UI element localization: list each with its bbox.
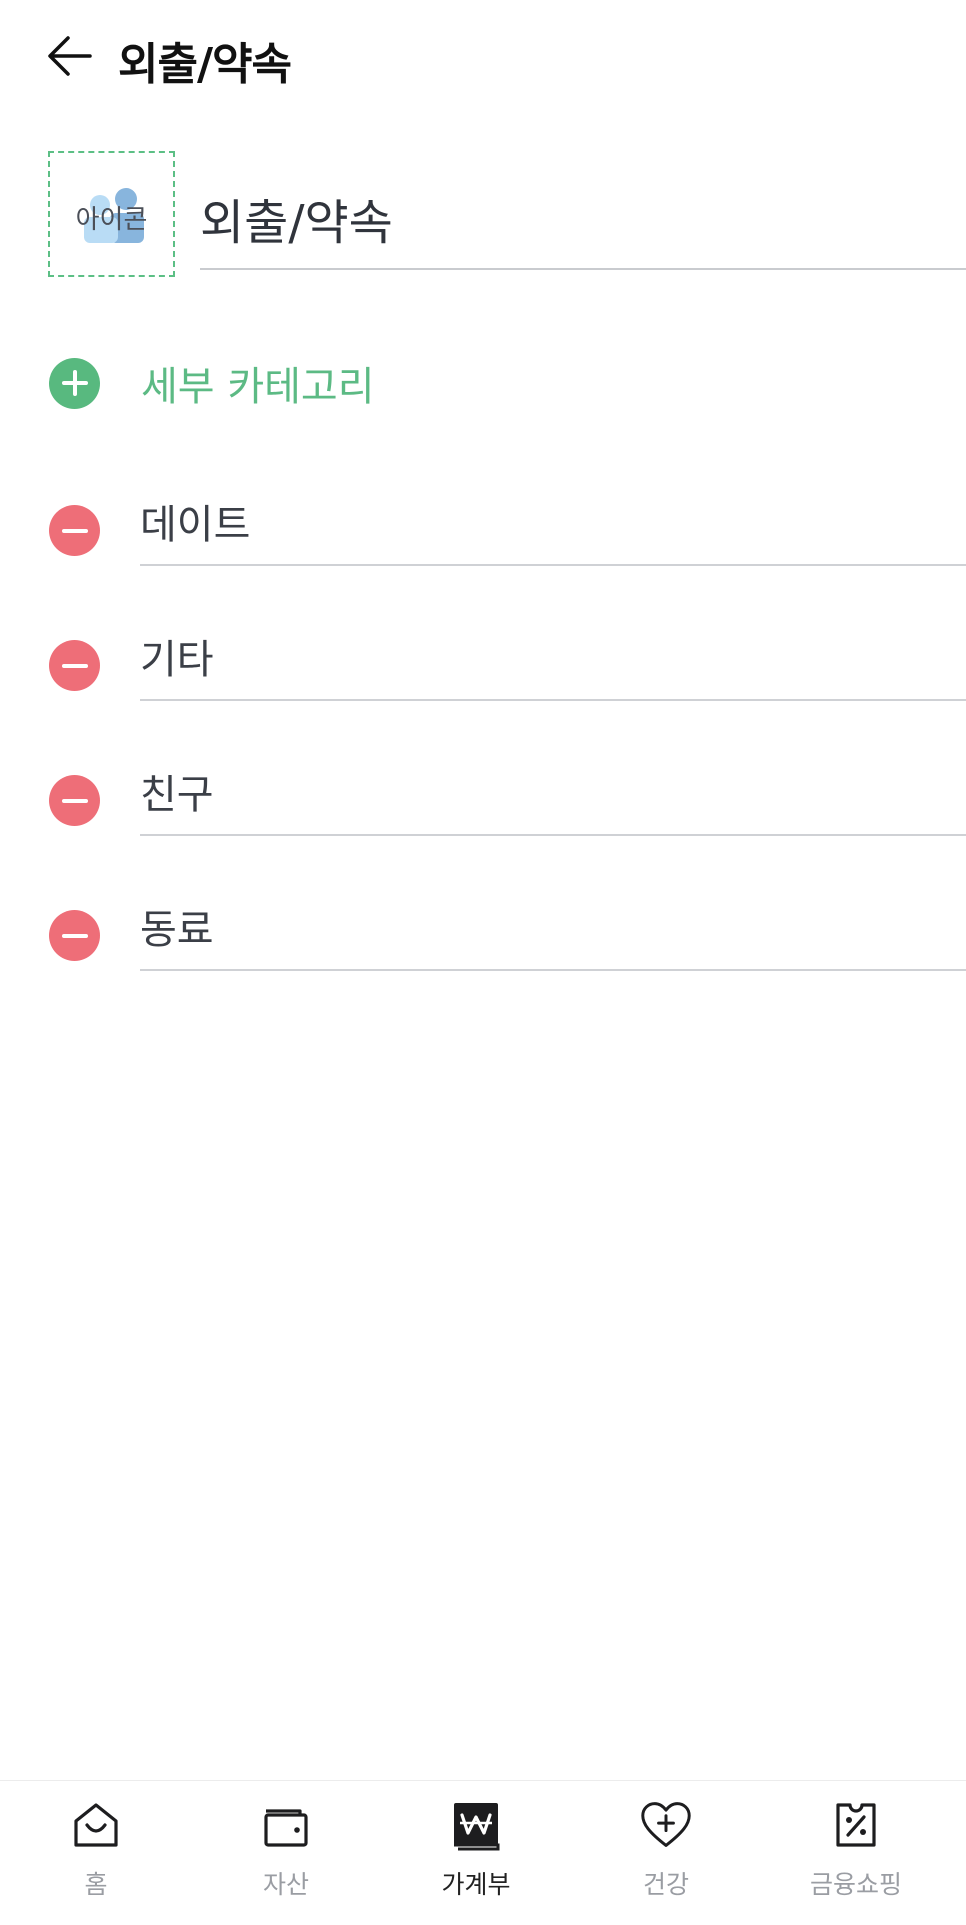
icon-picker-label: 아이콘 <box>75 205 148 235</box>
bottom-nav: 홈 자산 가계부 건강 금융쇼핑 <box>0 1780 966 1925</box>
remove-subcategory-button[interactable] <box>49 505 100 556</box>
nav-label-health: 건강 <box>642 1870 689 1899</box>
subcategory-field <box>140 613 966 701</box>
category-icon-picker[interactable]: 아이콘 <box>48 151 175 277</box>
ledger-won-icon <box>454 1803 500 1851</box>
subcategory-field <box>140 478 966 566</box>
subcategory-row <box>0 748 966 848</box>
minus-circle-icon <box>61 798 88 803</box>
nav-label-home: 홈 <box>84 1870 108 1899</box>
plus-circle-icon <box>49 357 100 409</box>
category-name-field <box>200 170 966 270</box>
nav-item-home[interactable]: 홈 <box>21 1799 171 1909</box>
subcategory-field <box>140 883 966 971</box>
nav-label-shopping: 금융쇼핑 <box>809 1870 902 1899</box>
nav-item-ledger[interactable]: 가계부 <box>401 1799 551 1909</box>
subcategory-row <box>0 883 966 983</box>
category-edit-screen: 외출/약속 아이콘 세부 카테고리 <box>0 0 966 1925</box>
heart-plus-icon <box>641 1802 691 1847</box>
subcategory-row <box>0 478 966 578</box>
minus-circle-icon <box>61 528 88 533</box>
page-title: 외출/약속 <box>118 39 292 90</box>
nav-item-health[interactable]: 건강 <box>591 1799 741 1909</box>
subcategory-field <box>140 748 966 836</box>
home-icon <box>74 1803 118 1847</box>
subcategory-input[interactable] <box>140 748 966 834</box>
nav-label-assets: 자산 <box>262 1870 309 1899</box>
wallet-icon <box>264 1809 308 1847</box>
minus-circle-icon <box>61 663 88 668</box>
nav-item-shopping[interactable]: 금융쇼핑 <box>781 1799 931 1909</box>
minus-circle-icon <box>61 933 88 938</box>
remove-subcategory-button[interactable] <box>49 775 100 826</box>
subcategory-input[interactable] <box>140 613 966 699</box>
remove-subcategory-button[interactable] <box>49 910 100 961</box>
app-header: 외출/약속 <box>0 0 966 110</box>
add-subcategory-label: 세부 카테고리 <box>141 364 375 410</box>
remove-subcategory-button[interactable] <box>49 640 100 691</box>
subcategory-input[interactable] <box>140 478 966 564</box>
back-button[interactable] <box>40 30 100 82</box>
category-name-input[interactable] <box>200 170 966 266</box>
subcategory-input[interactable] <box>140 883 966 969</box>
arrow-left-icon <box>48 36 92 76</box>
coupon-percent-icon <box>836 1803 876 1847</box>
add-subcategory-button[interactable]: 세부 카테고리 <box>49 357 649 410</box>
subcategory-row <box>0 613 966 713</box>
nav-item-assets[interactable]: 자산 <box>211 1799 361 1909</box>
nav-label-ledger: 가계부 <box>441 1870 511 1899</box>
